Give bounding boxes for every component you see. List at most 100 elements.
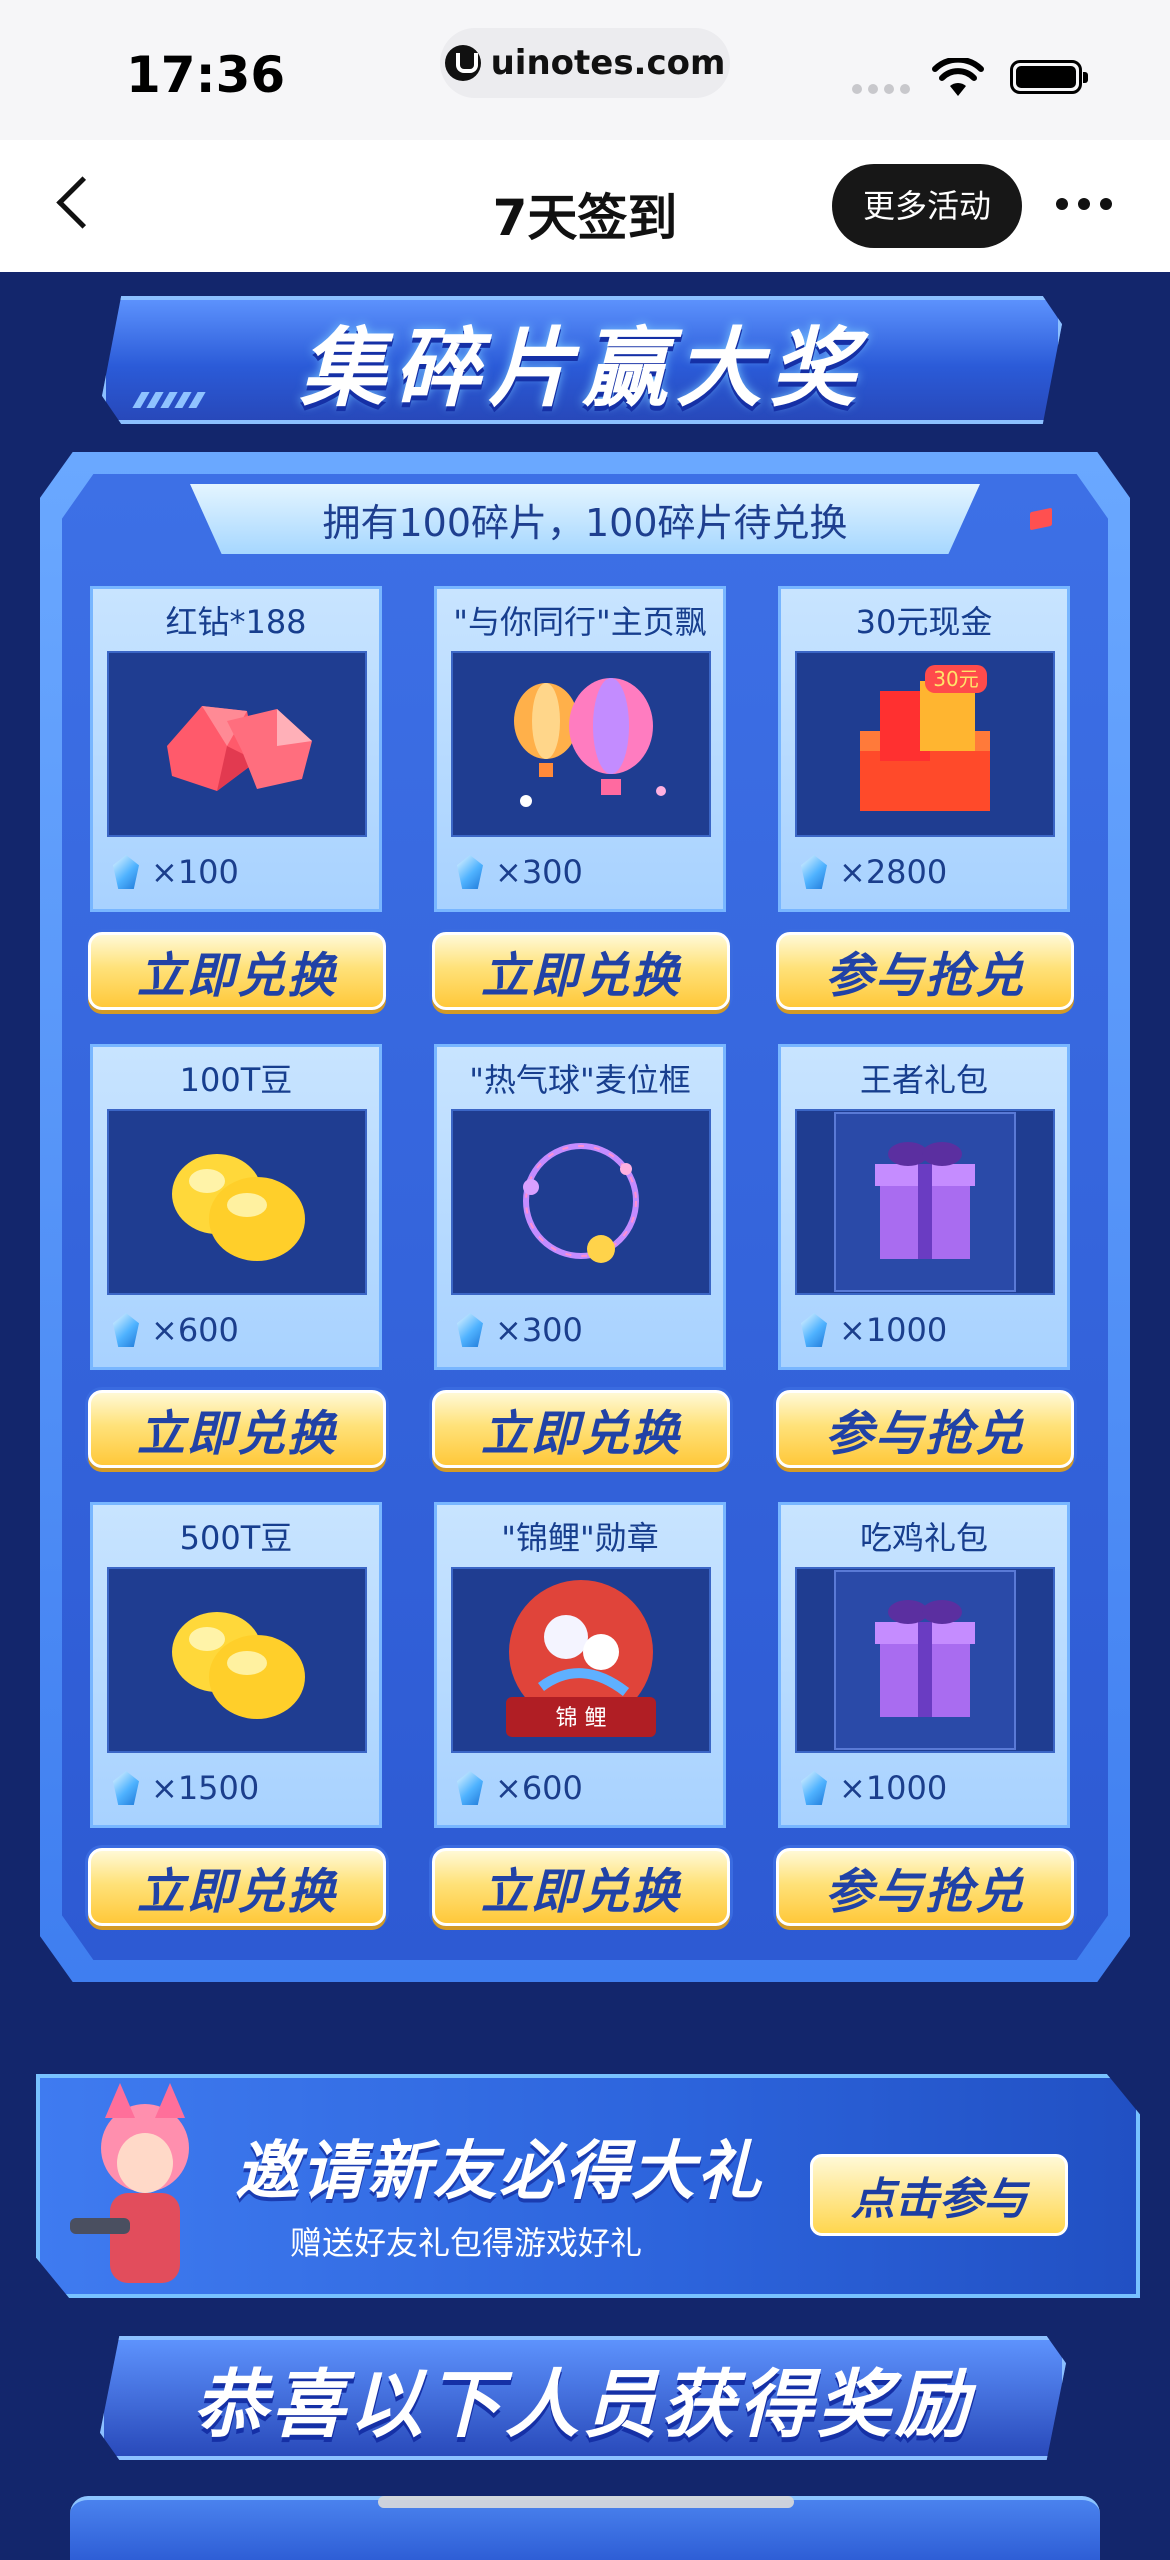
reward-cost-value: ×2800: [839, 853, 948, 891]
redeem-button-label: 立即兑换: [480, 1864, 681, 1920]
header-banner: 集碎片赢大奖: [102, 296, 1062, 424]
reward-image: [795, 1109, 1055, 1295]
red-envelope-icon: 30元: [860, 665, 990, 811]
reward-card: 100T豆 ×600: [90, 1044, 382, 1370]
crystal-fragment-icon: [113, 855, 139, 889]
reward-cost: ×600: [113, 1311, 239, 1349]
reward-card: "与你同行"主页飘 ×300: [434, 586, 726, 912]
koi-badge-text: 锦 鲤: [556, 1706, 607, 1731]
redeem-button[interactable]: 立即兑换: [432, 1390, 730, 1468]
reward-title: "锦鲤"勋章: [501, 1519, 659, 1557]
lottery-redeem-button[interactable]: 参与抢兑: [776, 1848, 1074, 1926]
reward-title: 30元现金: [855, 603, 993, 641]
reward-cost-value: ×1000: [839, 1311, 948, 1349]
cellular-signal-icon: [852, 84, 910, 94]
invite-banner[interactable]: 邀请新友必得大礼 赠送好友礼包得游戏好礼 点击参与: [36, 2074, 1140, 2298]
redeem-button-label: 立即兑换: [136, 1864, 337, 1920]
fragment-summary-ribbon: 拥有100碎片，100碎片待兑换: [190, 484, 980, 554]
reward-title: 红钻*188: [165, 603, 307, 641]
status-bar: 17:36 uinotes.com: [0, 0, 1170, 140]
golden-bean-icon: [172, 1154, 305, 1261]
reward-cost-value: ×600: [151, 1311, 239, 1349]
reward-card: 500T豆 ×1500: [90, 1502, 382, 1828]
redeem-button[interactable]: 立即兑换: [432, 1848, 730, 1926]
crystal-fragment-icon: [457, 1771, 483, 1805]
gift-box-icon: [834, 1112, 1016, 1292]
winners-banner: 恭喜以下人员获得奖励: [100, 2336, 1066, 2460]
reward-cost: ×1000: [801, 1769, 947, 1807]
reward-image: 30元: [795, 651, 1055, 837]
redeem-button-label: 立即兑换: [136, 1406, 337, 1462]
join-now-button[interactable]: 点击参与: [810, 2154, 1068, 2236]
reward-image: [451, 651, 711, 837]
redeem-button[interactable]: 立即兑换: [88, 1848, 386, 1926]
site-icon: [444, 45, 481, 81]
golden-bean-icon: [172, 1612, 305, 1719]
crystal-fragment-icon: [801, 1313, 827, 1347]
lottery-redeem-button[interactable]: 参与抢兑: [776, 1390, 1074, 1468]
reward-cost: ×2800: [801, 853, 947, 891]
reward-card: 吃鸡礼包 ×1000: [778, 1502, 1070, 1828]
reward-card: 王者礼包 ×1000: [778, 1044, 1070, 1370]
redeem-button-label: 立即兑换: [480, 948, 681, 1004]
winners-banner-title: 恭喜以下人员获得奖励: [193, 2361, 973, 2448]
battery-icon: [1010, 60, 1088, 94]
reward-cost-value: ×300: [495, 1311, 583, 1349]
invite-banner-title: 邀请新友必得大礼: [235, 2135, 763, 2209]
reward-image: [107, 1109, 367, 1295]
lottery-redeem-button-label: 参与抢兑: [824, 1864, 1025, 1920]
reward-title: 吃鸡礼包: [859, 1519, 988, 1557]
crystal-fragment-icon: [801, 855, 827, 889]
reward-image: [107, 1567, 367, 1753]
reward-image: 锦 鲤: [451, 1567, 711, 1753]
more-activities-button[interactable]: 更多活动: [832, 164, 1022, 248]
reward-title: 王者礼包: [859, 1061, 988, 1099]
redeem-button-label: 立即兑换: [136, 948, 337, 1004]
crystal-fragment-icon: [113, 1313, 139, 1347]
reward-title: "与你同行"主页飘: [453, 603, 707, 641]
reward-cost: ×1000: [801, 1311, 947, 1349]
reward-card: 30元现金 30元 ×2800: [778, 586, 1070, 912]
url-bar[interactable]: uinotes.com: [440, 28, 730, 98]
red-diamond-icon: [167, 706, 312, 791]
lottery-redeem-button-label: 参与抢兑: [824, 1406, 1025, 1462]
character-illustration-icon: [70, 2083, 189, 2283]
gift-box-icon: [834, 1570, 1016, 1750]
wifi-icon: [932, 58, 984, 96]
reward-cost-value: ×600: [495, 1769, 583, 1807]
fragment-summary-text: 拥有100碎片，100碎片待兑换: [322, 500, 848, 545]
crystal-fragment-icon: [457, 855, 483, 889]
redeem-button[interactable]: 立即兑换: [432, 932, 730, 1010]
reward-cost: ×100: [113, 853, 239, 891]
reward-title: "热气球"麦位框: [469, 1061, 691, 1099]
reward-card: "热气球"麦位框 ×300: [434, 1044, 726, 1370]
join-now-button-label: 点击参与: [851, 2174, 1027, 2225]
lottery-redeem-button-label: 参与抢兑: [824, 948, 1025, 1004]
clock: 17:36: [126, 46, 286, 104]
url-text: uinotes.com: [490, 43, 726, 83]
reward-image: [107, 651, 367, 837]
mic-frame-icon: [523, 1143, 639, 1263]
navigation-bar: 7天签到 更多活动: [0, 140, 1170, 272]
redeem-button[interactable]: 立即兑换: [88, 1390, 386, 1468]
redeem-button[interactable]: 立即兑换: [88, 932, 386, 1010]
reward-title: 100T豆: [179, 1061, 293, 1099]
crystal-fragment-icon: [801, 1771, 827, 1805]
reward-card: "锦鲤"勋章 锦 鲤 ×600: [434, 1502, 726, 1828]
lottery-redeem-button[interactable]: 参与抢兑: [776, 932, 1074, 1010]
redeem-button-label: 立即兑换: [480, 1406, 681, 1462]
reward-cost-value: ×300: [495, 853, 583, 891]
cash-tag-text: 30元: [933, 667, 978, 691]
reward-cost: ×1500: [113, 1769, 259, 1807]
koi-badge-icon: 锦 鲤: [506, 1580, 656, 1737]
reward-cost: ×300: [457, 853, 583, 891]
reward-title: 500T豆: [179, 1519, 293, 1557]
reward-cost-value: ×1000: [839, 1769, 948, 1807]
stripe-decoration: [132, 392, 206, 408]
reward-card: 红钻*188 ×100: [90, 586, 382, 912]
invite-banner-subtitle: 赠送好友礼包得游戏好礼: [290, 2224, 643, 2262]
more-options-icon[interactable]: [1056, 198, 1112, 210]
reward-cost: ×600: [457, 1769, 583, 1807]
home-indicator[interactable]: [378, 2496, 794, 2508]
reward-image: [795, 1567, 1055, 1753]
